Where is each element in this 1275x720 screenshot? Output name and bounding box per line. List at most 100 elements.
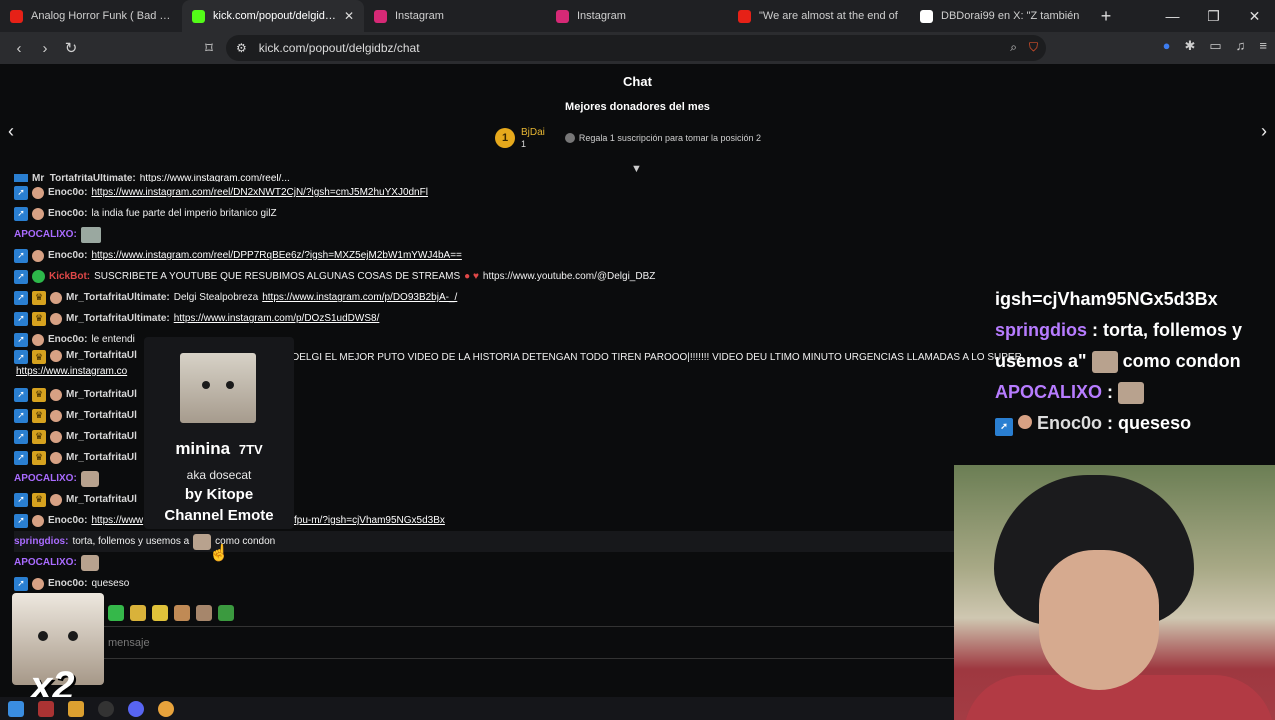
brave-shield-icon[interactable]: ⛉ (1029, 40, 1038, 55)
message-text: SUSCRIBETE A YOUTUBE QUE RESUBIMOS ALGUN… (94, 271, 461, 282)
username[interactable]: KickBot: (49, 271, 90, 282)
username[interactable]: Enoc0o: (48, 334, 87, 345)
site-settings-icon[interactable]: ⚙ (236, 41, 247, 55)
music-icon[interactable]: ♫ (1236, 38, 1246, 54)
username[interactable]: Enoc0o: (48, 515, 87, 526)
donor-hint-text: Regala 1 suscripción para tomar la posic… (578, 133, 762, 143)
toolbar: ‹ › ↻ ⌑ ⚙ kick.com/popout/delgidbz/chat … (0, 32, 1275, 64)
wave-emoji-icon (50, 312, 62, 325)
reload-icon[interactable]: ↻ (58, 39, 84, 57)
prev-arrow-icon[interactable]: ‹ (8, 121, 14, 142)
forward-icon[interactable]: › (32, 40, 58, 57)
verified-icon: ➚ (14, 450, 28, 465)
wave-emoji-icon (50, 493, 62, 506)
message-link-end[interactable]: fpu-m/?igsh=cjVham95NGx5d3Bx (294, 515, 445, 526)
donor-count: 1 (521, 139, 527, 149)
username[interactable]: springdios: (14, 536, 68, 547)
emote-icon[interactable] (218, 605, 234, 621)
minimize-icon[interactable]: — (1152, 0, 1193, 32)
tab-x[interactable]: DBDorai99 en X: "Z también (910, 0, 1092, 32)
username[interactable]: Enoc0o: (48, 208, 87, 219)
username[interactable]: Mr_TortafritaUl (66, 431, 137, 442)
username[interactable]: APOCALIXO: (14, 557, 77, 568)
wave-emoji-icon (32, 333, 44, 346)
next-arrow-icon[interactable]: › (1261, 121, 1267, 142)
verified-icon: ➚ (14, 311, 28, 326)
username[interactable]: Mr_TortafritaUl (66, 494, 137, 505)
verified-icon: ➚ (14, 185, 28, 200)
tab-kick[interactable]: kick.com/popout/delgidbz ✕ (182, 0, 364, 32)
close-window-icon[interactable]: ✕ (1234, 0, 1275, 32)
address-bar[interactable]: ⚙ kick.com/popout/delgidbz/chat ⌕ ⛉ (226, 35, 1046, 61)
username[interactable]: APOCALIXO: (14, 229, 77, 240)
taskbar-app-icon[interactable] (68, 700, 84, 717)
username[interactable]: Mr_TortafritaUltimate: (66, 292, 170, 303)
username[interactable]: APOCALIXO: (14, 473, 77, 484)
tab-title: Instagram (395, 10, 444, 22)
message-link[interactable]: https://www.instagram.com/reel/DN2xNWT2C… (91, 187, 428, 198)
message-link[interactable]: https://www.instagram.com/p/DOzS1udDWS8/ (174, 313, 380, 324)
message-link[interactable]: https://www.instagram.com/reel/DPP7RqBEe… (91, 250, 461, 261)
close-tab-icon[interactable]: ✕ (344, 9, 354, 23)
message-link[interactable]: https://www.instagram.com/reel/... (140, 174, 290, 182)
username[interactable]: Mr_TortafritaUl (66, 452, 137, 463)
tab-instagram-2[interactable]: Instagram (546, 0, 728, 32)
emote-icon[interactable] (152, 605, 168, 621)
username[interactable]: Enoc0o: (48, 187, 87, 198)
plus-icon[interactable]: + (1092, 6, 1120, 27)
username[interactable]: Mr_TortafritaUl (66, 410, 137, 421)
tab-instagram-1[interactable]: Instagram (364, 0, 546, 32)
crown-badge-icon: ♛ (32, 387, 46, 402)
message-text: Delgi Stealpobreza (173, 292, 259, 303)
back-icon[interactable]: ‹ (6, 40, 32, 57)
message-link[interactable]: https://www.instagram.com/p/DO93B2bjA-_/ (262, 292, 457, 303)
obs-icon[interactable] (98, 700, 114, 717)
seventv-icon: 7TV (238, 442, 263, 457)
emote-preview (180, 353, 256, 423)
emote-icon[interactable] (80, 470, 99, 487)
tab-title: "We are almost at the end of (759, 10, 898, 22)
message-link[interactable]: https://www (91, 515, 143, 526)
emote-icon[interactable] (108, 605, 124, 621)
tab-title: kick.com/popout/delgidbz (213, 10, 336, 22)
chrome-icon[interactable] (158, 700, 174, 717)
verified-icon: ➚ (14, 332, 28, 347)
tab-youtube-2[interactable]: "We are almost at the end of (728, 0, 910, 32)
screen: Analog Horror Funk ( Bad Ha kick.com/pop… (0, 0, 1275, 720)
bookmark-icon[interactable]: ⌑ (196, 39, 222, 57)
emote-icon[interactable] (196, 605, 212, 621)
verified-icon: ➚ (14, 248, 28, 263)
emote-icon[interactable] (80, 226, 101, 243)
discord-icon[interactable] (128, 700, 144, 717)
username[interactable]: Enoc0o: (48, 578, 87, 589)
emote-icon[interactable] (174, 605, 190, 621)
username[interactable]: Enoc0o: (48, 250, 87, 261)
message-link[interactable]: https://www.instagram.co (16, 366, 127, 377)
username[interactable]: Mr_TortafritaUltimate: (32, 174, 136, 182)
emote-icon[interactable] (80, 554, 99, 571)
windows-start-icon[interactable] (8, 700, 24, 717)
emote-type: Channel Emote (164, 507, 274, 524)
taskbar-app-icon[interactable] (38, 700, 54, 717)
chat-input[interactable] (100, 630, 954, 656)
overlay-username: APOCALIXO (995, 382, 1103, 402)
top-donor[interactable]: 1 BjDai 1 Regala 1 suscripción para toma… (495, 127, 761, 149)
username[interactable]: Mr_TortafritaUl (66, 350, 137, 361)
extension-icon[interactable]: ● (1163, 38, 1171, 54)
sidebar-icon[interactable]: ▭ (1209, 38, 1221, 54)
wave-emoji-icon (50, 409, 62, 422)
username[interactable]: Mr_TortafritaUltimate: (66, 313, 170, 324)
emote-icon[interactable] (130, 605, 146, 621)
puzzle-icon[interactable]: ✱ (1184, 38, 1195, 54)
username[interactable]: Mr_TortafritaUl (66, 389, 137, 400)
zoom-icon[interactable]: ⌕ (1010, 40, 1017, 55)
overlay-text: : queseso (1102, 413, 1192, 433)
tab-youtube-1[interactable]: Analog Horror Funk ( Bad Ha (0, 0, 182, 32)
message-link[interactable]: https://www.youtube.com/@Delgi_DBZ (483, 271, 655, 282)
chat-title: Chat (623, 74, 652, 89)
crown-badge-icon: ♛ (32, 311, 46, 326)
overlay-line: springdios : torta, follemos y (995, 315, 1275, 346)
divider (100, 626, 954, 627)
restore-icon[interactable]: ❐ (1193, 0, 1234, 32)
menu-icon[interactable]: ≡ (1259, 38, 1267, 54)
